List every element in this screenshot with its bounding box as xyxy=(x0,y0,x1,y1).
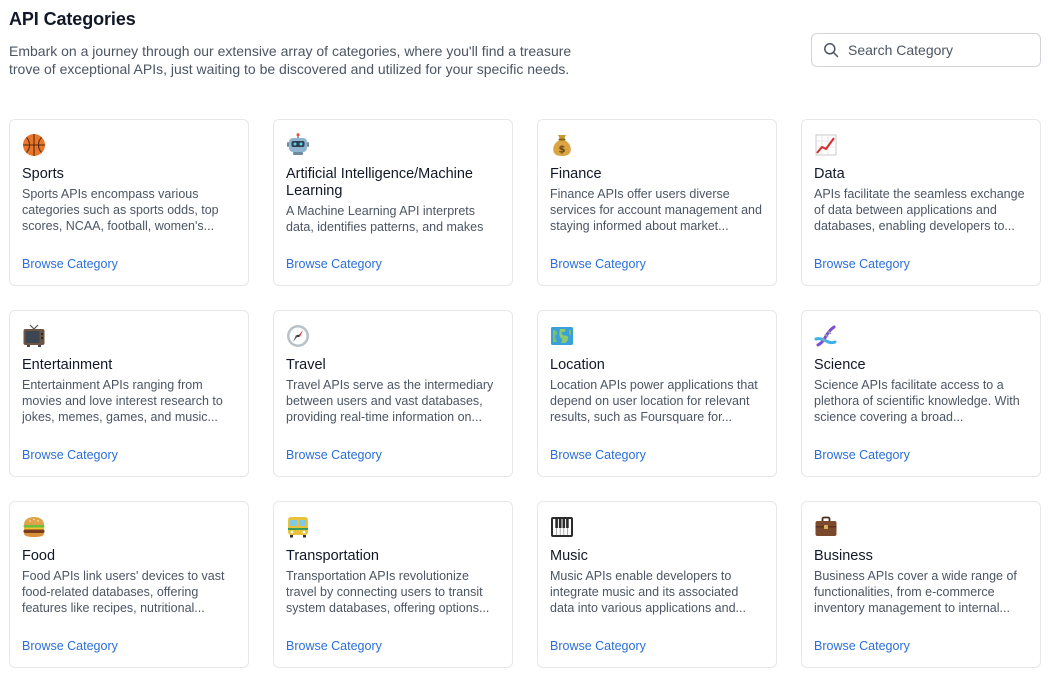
category-description: APIs facilitate the seamless exchange of… xyxy=(814,187,1025,233)
browse-category-link[interactable]: Browse Category xyxy=(814,257,910,271)
dna-icon xyxy=(814,323,840,349)
category-title: Science xyxy=(814,357,866,373)
browse-category-link[interactable]: Browse Category xyxy=(550,257,646,271)
category-card-food[interactable]: Food Food APIs link users' devices to va… xyxy=(9,501,249,668)
category-card-transportation[interactable]: Transportation Transportation APIs revol… xyxy=(273,501,513,668)
browse-category-link[interactable]: Browse Category xyxy=(814,639,910,653)
category-card-finance[interactable]: $ Finance Finance APIs offer users diver… xyxy=(537,119,777,286)
chart-increasing-icon xyxy=(814,132,840,158)
search-icon xyxy=(824,43,839,58)
browse-category-link[interactable]: Browse Category xyxy=(286,639,382,653)
category-description: Music APIs enable developers to integrat… xyxy=(550,569,746,615)
page-title: API Categories xyxy=(9,9,136,29)
briefcase-icon xyxy=(814,514,840,540)
browse-category-link[interactable]: Browse Category xyxy=(286,257,382,271)
browse-category-link[interactable]: Browse Category xyxy=(550,448,646,462)
category-card-science[interactable]: Science Science APIs facilitate access t… xyxy=(801,310,1041,477)
search-input[interactable] xyxy=(848,42,1040,58)
category-description: Location APIs power applications that de… xyxy=(550,378,758,424)
category-description: A Machine Learning API interprets data, … xyxy=(286,204,484,234)
category-description: Finance APIs offer users diverse service… xyxy=(550,187,762,233)
browse-category-link[interactable]: Browse Category xyxy=(286,448,382,462)
bus-icon xyxy=(286,514,312,540)
browse-category-link[interactable]: Browse Category xyxy=(22,257,118,271)
search-box[interactable] xyxy=(811,33,1041,67)
category-card-location[interactable]: Location Location APIs power application… xyxy=(537,310,777,477)
category-card-entertainment[interactable]: Entertainment Entertainment APIs ranging… xyxy=(9,310,249,477)
money-bag-icon: $ xyxy=(550,132,576,158)
browse-category-link[interactable]: Browse Category xyxy=(22,448,118,462)
category-title: Artificial Intelligence/Machine Learning xyxy=(286,166,473,199)
compass-icon xyxy=(286,323,312,349)
category-title: Music xyxy=(550,548,588,564)
category-card-sports[interactable]: Sports Sports APIs encompass various cat… xyxy=(9,119,249,286)
category-description: Sports APIs encompass various categories… xyxy=(22,187,219,233)
television-icon xyxy=(22,323,48,349)
svg-text:$: $ xyxy=(559,145,566,156)
category-description: Transportation APIs revolutionize travel… xyxy=(286,569,490,615)
browse-category-link[interactable]: Browse Category xyxy=(550,639,646,653)
browse-category-link[interactable]: Browse Category xyxy=(22,639,118,653)
basketball-icon xyxy=(22,132,48,158)
category-title: Finance xyxy=(550,166,602,182)
piano-keys-icon xyxy=(550,514,576,540)
category-title: Food xyxy=(22,548,56,564)
category-description: Business APIs cover a wide range of func… xyxy=(814,569,1017,615)
category-description: Entertainment APIs ranging from movies a… xyxy=(22,378,223,424)
browse-category-link[interactable]: Browse Category xyxy=(814,448,910,462)
category-title: Travel xyxy=(286,357,326,373)
category-title: Sports xyxy=(22,166,64,182)
page-description: Embark on a journey through our extensiv… xyxy=(9,43,572,77)
category-title: Transportation xyxy=(286,548,379,564)
category-card-music[interactable]: Music Music APIs enable developers to in… xyxy=(537,501,777,668)
category-card-business[interactable]: Business Business APIs cover a wide rang… xyxy=(801,501,1041,668)
category-title: Business xyxy=(814,548,873,564)
category-title: Entertainment xyxy=(22,357,113,373)
category-description: Travel APIs serve as the intermediary be… xyxy=(286,378,494,424)
category-grid: Sports Sports APIs encompass various cat… xyxy=(9,119,1041,668)
category-card-ai-ml[interactable]: Artificial Intelligence/Machine Learning… xyxy=(273,119,513,286)
robot-icon xyxy=(286,132,312,158)
category-description: Science APIs facilitate access to a plet… xyxy=(814,378,1020,424)
category-card-data[interactable]: Data APIs facilitate the seamless exchan… xyxy=(801,119,1041,286)
world-map-icon xyxy=(550,323,576,349)
category-title: Location xyxy=(550,357,605,373)
hamburger-icon xyxy=(22,514,48,540)
category-description: Food APIs link users' devices to vast fo… xyxy=(22,569,225,615)
category-card-travel[interactable]: Travel Travel APIs serve as the intermed… xyxy=(273,310,513,477)
category-title: Data xyxy=(814,166,845,182)
